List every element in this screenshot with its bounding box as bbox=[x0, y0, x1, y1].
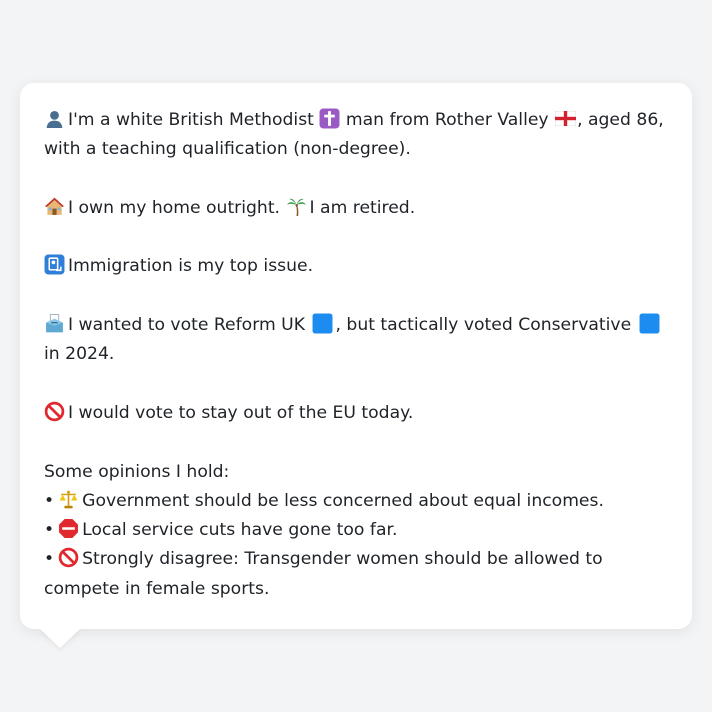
retired-text: I am retired. bbox=[309, 197, 416, 218]
person-icon bbox=[44, 108, 65, 129]
bullet: • bbox=[44, 490, 55, 511]
vote-paragraph: I wanted to vote Reform UK , but tactica… bbox=[44, 311, 668, 370]
blue-square-icon bbox=[639, 313, 660, 334]
eu-text: I would vote to stay out of the EU today… bbox=[68, 402, 414, 423]
palm-tree-icon bbox=[286, 196, 307, 217]
scales-icon bbox=[58, 489, 79, 510]
bullet: • bbox=[44, 549, 55, 570]
identity-text-middle: man from Rother Valley bbox=[345, 110, 549, 130]
identity-text-start: I'm a white British Methodist bbox=[68, 110, 314, 130]
issue-text: Immigration is my top issue. bbox=[68, 256, 314, 277]
passport-control-icon bbox=[44, 254, 65, 275]
eu-paragraph: I would vote to stay out of the EU today… bbox=[44, 399, 668, 428]
prohibited-icon bbox=[58, 547, 79, 568]
home-text: I own my home outright. bbox=[68, 197, 281, 218]
stop-sign-icon bbox=[58, 518, 79, 539]
home-paragraph: I own my home outright. I am retired. bbox=[44, 194, 668, 223]
opinion-item: • Strongly disagree: Transgender women s… bbox=[44, 545, 668, 604]
vote-text-start: I wanted to vote Reform UK bbox=[68, 315, 306, 336]
vote-text-end: in 2024. bbox=[44, 344, 115, 365]
house-icon bbox=[44, 196, 65, 217]
latin-cross-icon bbox=[319, 108, 340, 129]
bullet: • bbox=[44, 520, 55, 541]
blue-square-icon bbox=[312, 313, 333, 334]
bubble-tail bbox=[39, 628, 81, 648]
opinion-text: Government should be less concerned abou… bbox=[82, 490, 604, 511]
vote-text-middle: , but tactically voted Conservative bbox=[335, 315, 632, 336]
england-flag-icon bbox=[555, 111, 577, 126]
opinion-text: Strongly disagree: Transgender women sho… bbox=[44, 549, 603, 599]
prohibited-icon bbox=[44, 401, 65, 422]
message-bubble: I'm a white British Methodist man from R… bbox=[20, 83, 692, 629]
opinion-text: Local service cuts have gone too far. bbox=[82, 520, 398, 541]
opinion-item: • Government should be less concerned ab… bbox=[44, 487, 668, 516]
ballot-box-icon bbox=[44, 313, 65, 334]
identity-paragraph: I'm a white British Methodist man from R… bbox=[44, 106, 668, 165]
opinions-heading: Some opinions I hold: bbox=[44, 461, 230, 482]
opinion-item: • Local service cuts have gone too far. bbox=[44, 516, 668, 545]
issue-paragraph: Immigration is my top issue. bbox=[44, 252, 668, 281]
